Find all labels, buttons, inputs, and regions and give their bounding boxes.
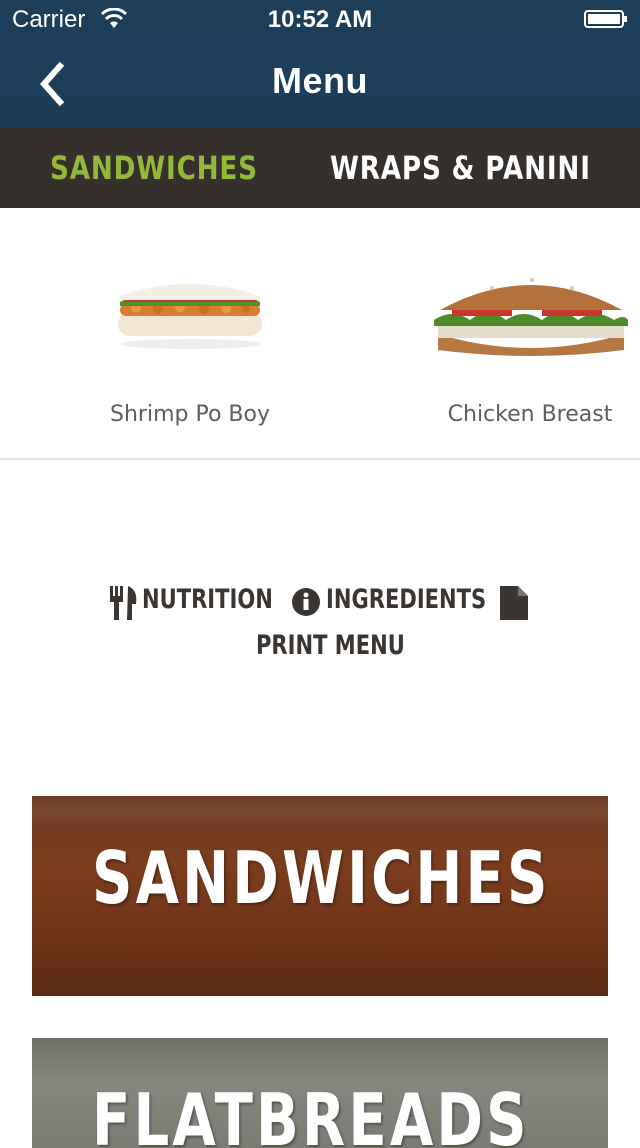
category-banner-sandwiches[interactable]: SANDWICHES [32,796,608,996]
nutrition-label: NUTRITION [142,584,273,615]
menu-actions: NUTRITION INGREDIENTS PRINT MENU [0,580,640,670]
carousel-item-shrimp-po-boy[interactable]: Shrimp Po Boy [70,208,310,458]
fork-knife-icon [110,586,137,620]
menu-tabs: SANDWICHES WRAPS & PANINI [0,128,640,208]
chicken-breast-image [434,278,628,356]
print-menu-button[interactable]: PRINT MENU [256,630,447,661]
ingredients-label: INGREDIENTS [326,584,487,615]
print-menu-label: PRINT MENU [256,630,405,661]
nutrition-button[interactable]: NUTRITION [110,584,310,620]
status-time: 10:52 AM [267,6,373,33]
item-carousel[interactable]: Shrimp Po Boy Chicken Breast [0,208,640,460]
page-title: Menu [272,60,368,101]
navigation-bar: Menu [0,40,640,128]
info-icon [292,588,320,616]
tab-wraps-panini[interactable]: WRAPS & PANINI [330,128,591,208]
battery-icon [584,10,627,28]
document-icon [500,586,528,620]
status-bar: Carrier 10:52 AM [0,0,640,40]
category-banner-flatbreads[interactable]: FLATBREADS [32,1038,608,1148]
category-title: FLATBREADS [92,1078,530,1148]
tab-sandwiches[interactable]: SANDWICHES [50,128,258,208]
carousel-item-label: Shrimp Po Boy [110,402,270,427]
category-title: SANDWICHES [92,836,551,920]
ingredients-button[interactable]: INGREDIENTS [292,584,531,616]
carousel-item-chicken-breast[interactable]: Chicken Breast [410,208,640,458]
shrimp-po-boy-image [118,284,262,349]
carousel-item-label: Chicken Breast [447,402,613,427]
